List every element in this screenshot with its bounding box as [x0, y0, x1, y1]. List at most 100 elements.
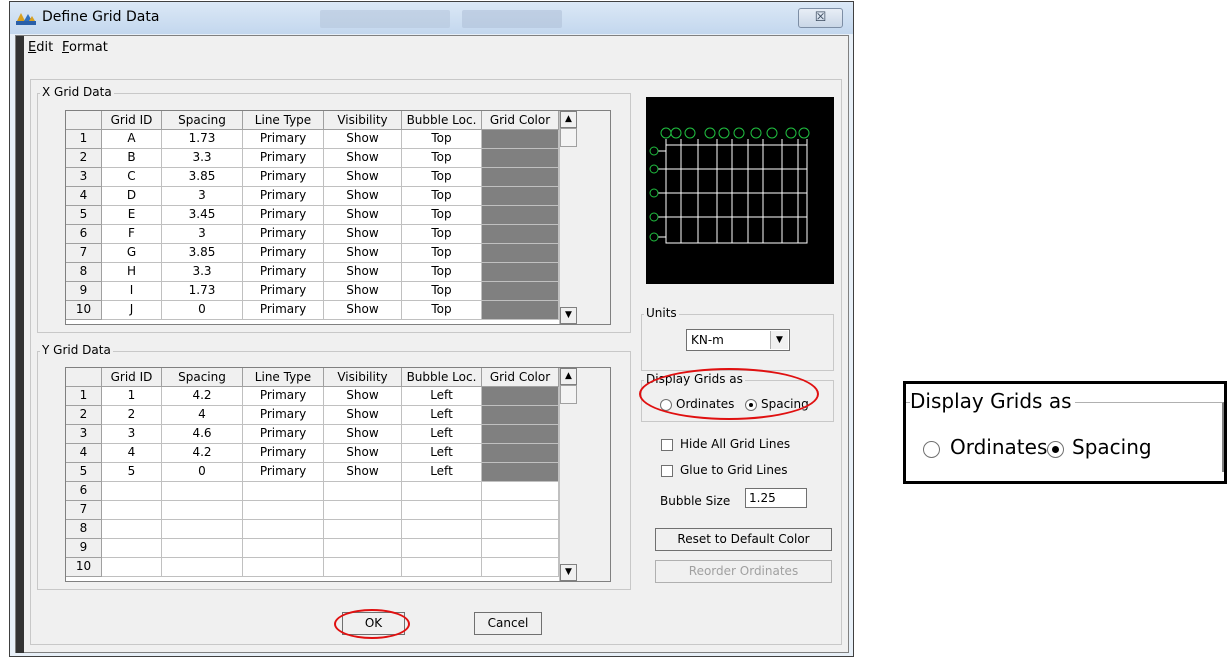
- x-grid-cell-spacing[interactable]: 3.85: [162, 168, 243, 187]
- y-grid-row-number[interactable]: 6: [66, 482, 102, 501]
- x-grid-row-number[interactable]: 8: [66, 263, 102, 282]
- x-grid-cell-vis[interactable]: Show: [324, 225, 402, 244]
- x-grid-cell-loc[interactable]: Top: [402, 263, 482, 282]
- x-grid-cell-spacing[interactable]: 3.3: [162, 263, 243, 282]
- x-grid-cell-id[interactable]: B: [102, 149, 162, 168]
- x-grid-cell-vis[interactable]: Show: [324, 168, 402, 187]
- x-grid-cell-spacing[interactable]: 3: [162, 187, 243, 206]
- x-grid-cell-type[interactable]: Primary: [243, 149, 324, 168]
- x-grid-cell-type[interactable]: Primary: [243, 282, 324, 301]
- y-grid-cell-vis[interactable]: Show: [324, 463, 402, 482]
- hide-grid-lines-checkbox[interactable]: [661, 439, 673, 451]
- y-grid-cell-type[interactable]: Primary: [243, 463, 324, 482]
- x-grid-cell-id[interactable]: E: [102, 206, 162, 225]
- y-grid-cell-spacing[interactable]: 4.6: [162, 425, 243, 444]
- x-grid-cell-vis[interactable]: Show: [324, 187, 402, 206]
- x-grid-cell-grid-color[interactable]: [482, 168, 559, 187]
- scroll-thumb[interactable]: [560, 385, 577, 404]
- x-grid-cell-loc[interactable]: Top: [402, 149, 482, 168]
- x-grid-cell-vis[interactable]: Show: [324, 282, 402, 301]
- y-grid-cell-id[interactable]: 3: [102, 425, 162, 444]
- y-grid-cell-vis[interactable]: Show: [324, 444, 402, 463]
- x-grid-cell-grid-color[interactable]: [482, 206, 559, 225]
- scroll-up-icon[interactable]: ▲: [560, 111, 577, 128]
- y-grid-row-number[interactable]: 9: [66, 539, 102, 558]
- x-grid-cell-id[interactable]: C: [102, 168, 162, 187]
- y-grid-cell-id[interactable]: 1: [102, 387, 162, 406]
- y-grid-cell-grid-color[interactable]: [482, 425, 559, 444]
- x-grid-cell-spacing[interactable]: 3: [162, 225, 243, 244]
- x-grid-cell-grid-color[interactable]: [482, 263, 559, 282]
- x-grid-cell-grid-color[interactable]: [482, 244, 559, 263]
- x-grid-cell-id[interactable]: I: [102, 282, 162, 301]
- y-grid-cell-spacing[interactable]: [162, 539, 243, 558]
- y-grid-cell-spacing[interactable]: 4.2: [162, 387, 243, 406]
- x-grid-cell-spacing[interactable]: 1.73: [162, 282, 243, 301]
- y-grid-cell-id[interactable]: 2: [102, 406, 162, 425]
- y-grid-cell-spacing[interactable]: [162, 520, 243, 539]
- x-grid-cell-spacing[interactable]: 3.3: [162, 149, 243, 168]
- x-grid-cell-loc[interactable]: Top: [402, 206, 482, 225]
- y-grid-cell-grid-color[interactable]: [482, 520, 559, 539]
- x-grid-row-number[interactable]: 7: [66, 244, 102, 263]
- y-grid-cell-type[interactable]: [243, 558, 324, 577]
- x-grid-cell-type[interactable]: Primary: [243, 225, 324, 244]
- x-grid-cell-type[interactable]: Primary: [243, 187, 324, 206]
- y-grid-cell-loc[interactable]: [402, 520, 482, 539]
- x-grid-cell-spacing[interactable]: 1.73: [162, 130, 243, 149]
- x-grid-cell-vis[interactable]: Show: [324, 301, 402, 320]
- x-grid-row-number[interactable]: 5: [66, 206, 102, 225]
- y-grid-row-number[interactable]: 4: [66, 444, 102, 463]
- y-grid-row-number[interactable]: 8: [66, 520, 102, 539]
- y-grid-cell-id[interactable]: [102, 558, 162, 577]
- y-grid-cell-grid-color[interactable]: [482, 463, 559, 482]
- x-grid-cell-loc[interactable]: Top: [402, 187, 482, 206]
- y-grid-cell-grid-color[interactable]: [482, 558, 559, 577]
- x-grid-cell-vis[interactable]: Show: [324, 263, 402, 282]
- x-grid-cell-id[interactable]: F: [102, 225, 162, 244]
- y-grid-cell-type[interactable]: [243, 501, 324, 520]
- y-grid-row-number[interactable]: 2: [66, 406, 102, 425]
- scroll-thumb[interactable]: [560, 128, 577, 147]
- x-grid-cell-grid-color[interactable]: [482, 225, 559, 244]
- x-grid-cell-grid-color[interactable]: [482, 149, 559, 168]
- y-grid-scrollbar[interactable]: ▲ ▼: [559, 368, 610, 581]
- y-grid-cell-vis[interactable]: Show: [324, 387, 402, 406]
- x-grid-cell-id[interactable]: G: [102, 244, 162, 263]
- y-grid-cell-spacing[interactable]: 4.2: [162, 444, 243, 463]
- x-grid-row-number[interactable]: 6: [66, 225, 102, 244]
- menu-edit[interactable]: Edit: [28, 40, 53, 55]
- x-grid-cell-type[interactable]: Primary: [243, 244, 324, 263]
- x-grid-row-number[interactable]: 10: [66, 301, 102, 320]
- x-grid-scrollbar[interactable]: ▲ ▼: [559, 111, 610, 324]
- y-grid-cell-id[interactable]: [102, 501, 162, 520]
- x-grid-cell-type[interactable]: Primary: [243, 263, 324, 282]
- y-grid-cell-type[interactable]: Primary: [243, 406, 324, 425]
- y-grid-cell-type[interactable]: [243, 520, 324, 539]
- y-grid-cell-grid-color[interactable]: [482, 501, 559, 520]
- x-grid-cell-loc[interactable]: Top: [402, 244, 482, 263]
- bubble-size-input[interactable]: [745, 488, 807, 508]
- y-grid-table[interactable]: Grid ID Spacing Line Type Visibility Bubble …: [65, 367, 611, 582]
- scroll-up-icon[interactable]: ▲: [560, 368, 577, 385]
- y-grid-cell-spacing[interactable]: 4: [162, 406, 243, 425]
- x-grid-cell-spacing[interactable]: 3.85: [162, 244, 243, 263]
- y-grid-cell-vis[interactable]: [324, 539, 402, 558]
- x-grid-cell-loc[interactable]: Top: [402, 130, 482, 149]
- reorder-ordinates-button[interactable]: Reorder Ordinates: [655, 560, 832, 583]
- y-grid-cell-vis[interactable]: [324, 520, 402, 539]
- y-grid-row-number[interactable]: 5: [66, 463, 102, 482]
- y-grid-cell-type[interactable]: Primary: [243, 444, 324, 463]
- y-grid-row-number[interactable]: 10: [66, 558, 102, 577]
- y-grid-cell-id[interactable]: 4: [102, 444, 162, 463]
- y-grid-row-number[interactable]: 7: [66, 501, 102, 520]
- y-grid-cell-vis[interactable]: [324, 482, 402, 501]
- x-grid-cell-grid-color[interactable]: [482, 187, 559, 206]
- x-grid-cell-id[interactable]: H: [102, 263, 162, 282]
- y-grid-cell-grid-color[interactable]: [482, 482, 559, 501]
- y-grid-cell-loc[interactable]: Left: [402, 444, 482, 463]
- x-grid-row-number[interactable]: 1: [66, 130, 102, 149]
- y-grid-cell-type[interactable]: [243, 482, 324, 501]
- x-grid-cell-spacing[interactable]: 3.45: [162, 206, 243, 225]
- y-grid-cell-type[interactable]: Primary: [243, 425, 324, 444]
